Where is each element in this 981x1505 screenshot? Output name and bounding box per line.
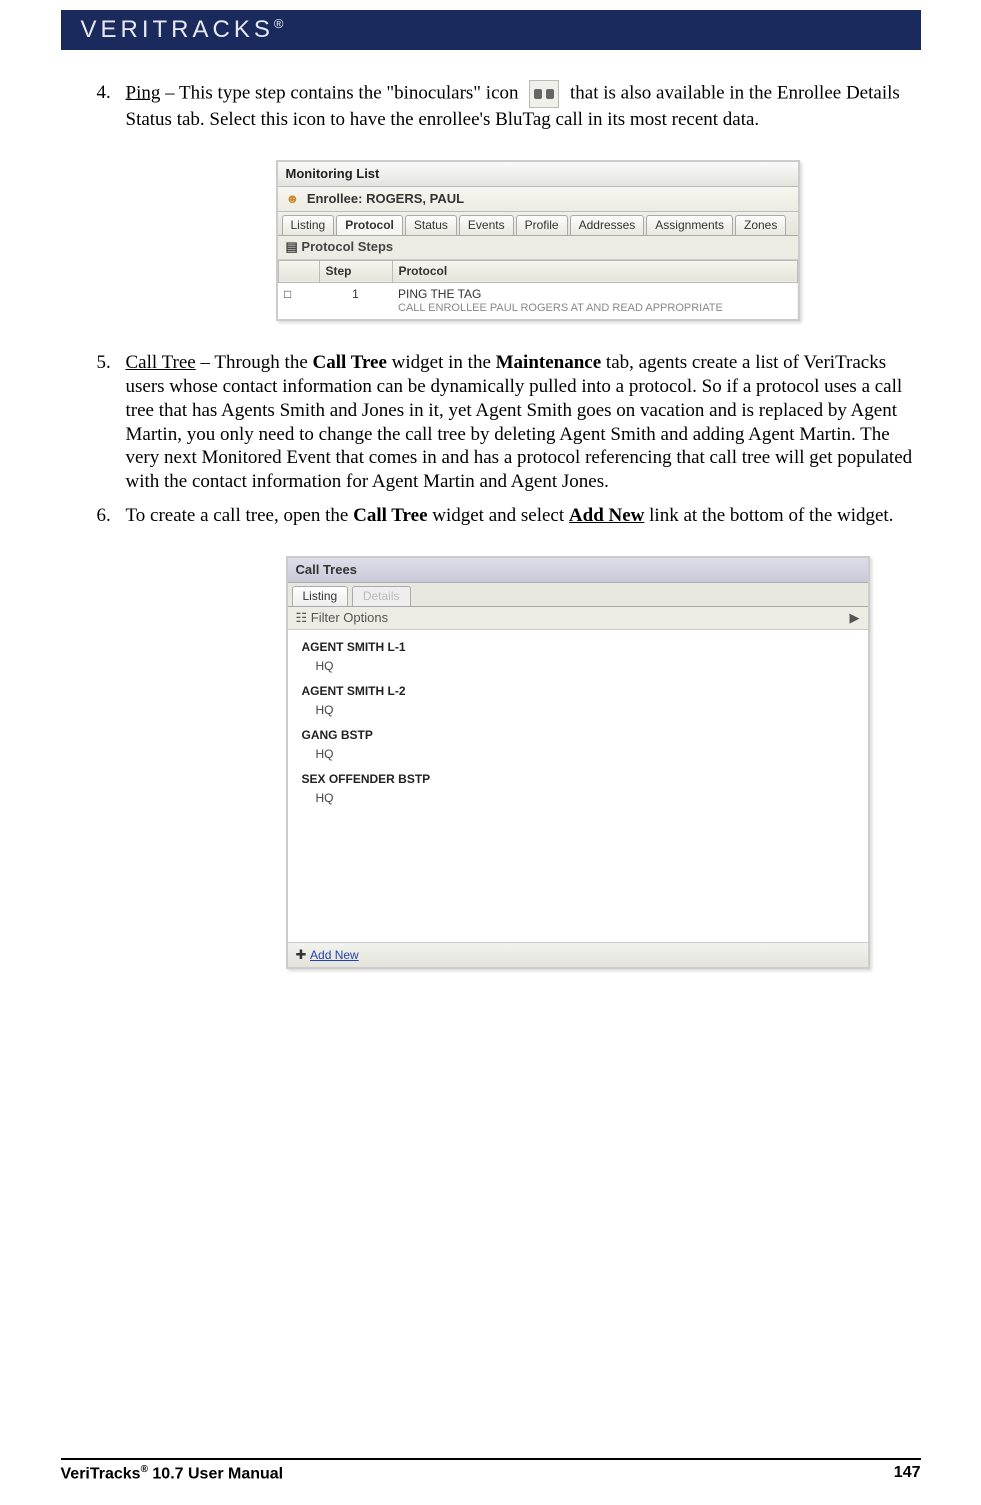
row-protocol-cell: PING THE TAG CALL ENROLLEE PAUL ROGERS A… <box>392 282 797 319</box>
i6-bu: Add New <box>569 505 644 526</box>
tab-listing[interactable]: Listing <box>282 215 335 235</box>
person-icon: ☻ <box>286 191 300 206</box>
list-item-6: To create a call tree, open the Call Tre… <box>116 504 921 970</box>
ct-tab-details[interactable]: Details <box>352 586 411 606</box>
footer: VeriTracks® 10.7 User Manual 147 <box>61 1458 921 1483</box>
ml-section-label: Protocol Steps <box>301 239 393 254</box>
add-new-link[interactable]: Add New <box>310 948 359 962</box>
ml-table: Step Protocol □ 1 PING THE TAG CALL ENRO… <box>278 260 798 320</box>
term-ping: Ping <box>126 82 161 103</box>
tab-protocol[interactable]: Protocol <box>336 215 403 235</box>
table-row[interactable]: □ 1 PING THE TAG CALL ENROLLEE PAUL ROGE… <box>278 282 797 319</box>
list-item[interactable]: AGENT SMITH L-2 <box>288 680 868 703</box>
logo-reg: ® <box>274 16 284 31</box>
tab-addresses[interactable]: Addresses <box>570 215 645 235</box>
protocol-steps-icon: ▤ <box>286 239 298 254</box>
i5-t1: – Through the <box>196 352 313 373</box>
i6-t2: widget and select <box>428 505 569 526</box>
ct-titlebar: Call Trees <box>288 558 868 583</box>
expand-icon[interactable]: ▶ <box>850 610 860 626</box>
th-blank <box>278 260 319 282</box>
list-item-loc: HQ <box>288 791 868 812</box>
i5-t2: widget in the <box>387 352 496 373</box>
ml-section: ▤ Protocol Steps <box>278 236 798 259</box>
list-item-loc: HQ <box>288 703 868 724</box>
i6-t3: link at the bottom of the widget. <box>644 505 893 526</box>
list-item-loc: HQ <box>288 747 868 768</box>
ct-list: AGENT SMITH L-1 HQ AGENT SMITH L-2 HQ GA… <box>288 630 868 942</box>
i5-b2: Maintenance <box>496 352 602 373</box>
binoculars-icon <box>529 80 559 108</box>
footer-product: VeriTracks <box>61 1465 141 1482</box>
monitoring-list-window: Monitoring List ☻ Enrollee: ROGERS, PAUL… <box>276 160 800 322</box>
list-item[interactable]: SEX OFFENDER BSTP <box>288 768 868 791</box>
ml-enrollee-label: Enrollee: <box>307 191 366 206</box>
filter-icon: ☷ <box>296 610 308 625</box>
ct-addnew-bar: ✚ Add New <box>288 942 868 967</box>
ml-tabs: Listing Protocol Status Events Profile A… <box>278 212 798 236</box>
ct-tabs: Listing Details <box>288 583 868 607</box>
header-band: VERITRACKS® <box>61 10 921 50</box>
i6-b1: Call Tree <box>353 505 427 526</box>
th-protocol: Protocol <box>392 260 797 282</box>
logo: VERITRACKS® <box>81 16 284 44</box>
logo-text: VERITRACKS <box>81 16 274 43</box>
footer-left: VeriTracks® 10.7 User Manual <box>61 1464 284 1483</box>
ml-enrollee-row: ☻ Enrollee: ROGERS, PAUL <box>278 187 798 212</box>
item4-text1: – This type step contains the "binocular… <box>160 82 523 103</box>
ct-tab-listing[interactable]: Listing <box>292 586 349 606</box>
list-item[interactable]: GANG BSTP <box>288 724 868 747</box>
footer-page: 147 <box>894 1464 921 1483</box>
row-step: 1 <box>319 282 392 319</box>
add-icon: ✚ <box>296 947 307 962</box>
row-sub: CALL ENROLLEE PAUL ROGERS AT AND READ AP… <box>398 302 791 316</box>
ct-filter-label: Filter Options <box>311 610 388 625</box>
tab-assignments[interactable]: Assignments <box>646 215 733 235</box>
list-item-5: Call Tree – Through the Call Tree widget… <box>116 351 921 494</box>
call-trees-window: Call Trees Listing Details ☷ Filter Opti… <box>286 556 870 970</box>
tab-events[interactable]: Events <box>459 215 514 235</box>
term-calltree: Call Tree <box>126 352 196 373</box>
i6-t1: To create a call tree, open the <box>126 505 354 526</box>
footer-reg: ® <box>141 1464 148 1475</box>
list-item-loc: HQ <box>288 659 868 680</box>
ml-enrollee-name: ROGERS, PAUL <box>366 191 464 206</box>
row-title: PING THE TAG <box>398 287 791 302</box>
tab-profile[interactable]: Profile <box>516 215 568 235</box>
list-item-4: Ping – This type step contains the "bino… <box>116 80 921 321</box>
ml-titlebar: Monitoring List <box>278 162 798 187</box>
footer-manual: 10.7 User Manual <box>148 1465 283 1482</box>
row-checkbox-cell[interactable]: □ <box>278 282 319 319</box>
content: Ping – This type step contains the "bino… <box>61 80 921 969</box>
list-item[interactable]: AGENT SMITH L-1 <box>288 636 868 659</box>
th-step: Step <box>319 260 392 282</box>
i5-b1: Call Tree <box>313 352 387 373</box>
ct-filter[interactable]: ☷ Filter Options ▶ <box>288 607 868 630</box>
tab-zones[interactable]: Zones <box>735 215 786 235</box>
tab-status[interactable]: Status <box>405 215 457 235</box>
